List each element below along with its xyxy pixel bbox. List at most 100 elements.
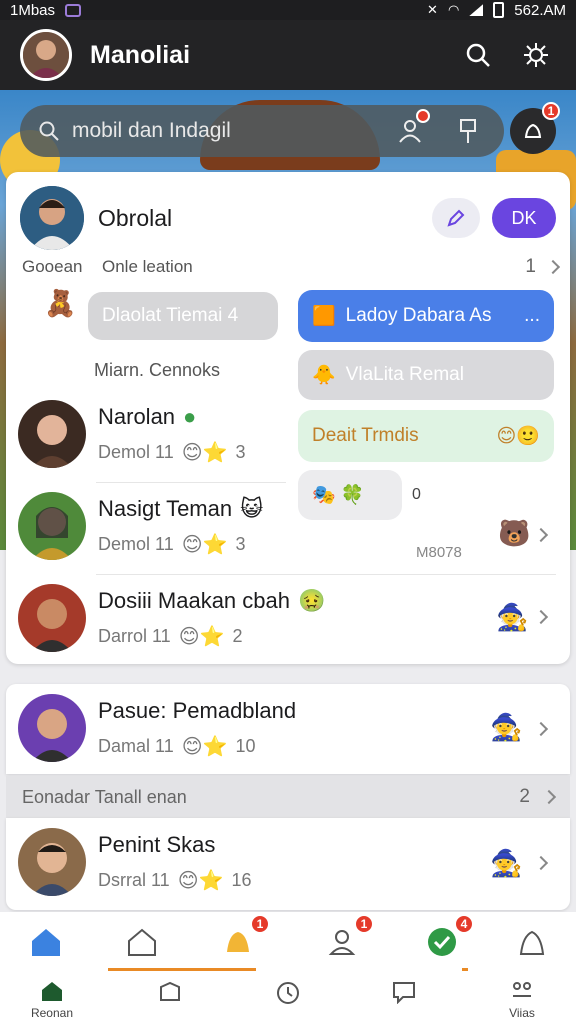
tab-tasks[interactable]: 4 bbox=[422, 914, 474, 962]
search-input[interactable]: mobil dan Indagil bbox=[72, 119, 370, 143]
tab-home[interactable] bbox=[26, 922, 66, 962]
user-icon bbox=[519, 930, 545, 955]
contacts-icon bbox=[328, 930, 356, 955]
sticker-icon: 🧙 bbox=[496, 602, 529, 632]
flag-button[interactable] bbox=[450, 113, 486, 149]
chat-name: Pasue: Pemadbland bbox=[98, 697, 297, 723]
avatar-image bbox=[23, 32, 69, 78]
message-bubble[interactable]: Deait Trmdis 😊🙂 bbox=[298, 410, 554, 462]
app-bar: Manoliai bbox=[0, 20, 576, 90]
chat-icon bbox=[393, 982, 415, 1004]
tab-bar bbox=[0, 912, 576, 1024]
message-text: VlaLita Remal bbox=[345, 364, 464, 385]
chat-item[interactable]: Dosiii Maakan cbah 🤢 Darrol 11 😊⭐ 2 bbox=[18, 584, 325, 652]
profile-avatar[interactable] bbox=[20, 29, 72, 81]
divider bbox=[96, 574, 556, 575]
chat-avatar bbox=[18, 400, 86, 468]
reaction-count: 16 bbox=[231, 869, 252, 890]
notification-button[interactable]: 1 bbox=[510, 102, 560, 154]
card-title: Obrolal bbox=[98, 204, 173, 231]
group-avatar[interactable] bbox=[20, 186, 84, 250]
more-icon[interactable]: ... bbox=[524, 305, 540, 327]
bottom-tab-history[interactable] bbox=[258, 980, 318, 1006]
tab-indicator bbox=[462, 968, 468, 971]
sticker-icon: 🐻 bbox=[498, 518, 531, 548]
gear-icon bbox=[524, 43, 548, 67]
message-text: Miarn. Cennoks bbox=[94, 360, 221, 380]
bottom-tab-more[interactable]: Viias bbox=[492, 980, 552, 1020]
check-circle-icon bbox=[428, 928, 456, 956]
bell-icon bbox=[524, 123, 542, 138]
section-header[interactable]: Gooean Onle leation 1 bbox=[22, 254, 561, 280]
section-count: 2 bbox=[519, 786, 530, 807]
bell-icon bbox=[227, 932, 249, 952]
tab-alerts[interactable]: 1 bbox=[218, 914, 270, 962]
timestamp: M8078 bbox=[416, 544, 462, 561]
chat-avatar bbox=[18, 828, 86, 896]
tab-badge: 4 bbox=[454, 914, 474, 934]
reaction-count: 2 bbox=[232, 625, 243, 646]
chat-item[interactable]: Pasue: Pemadbland Damal 11 😊⭐ 10 🧙 bbox=[6, 684, 570, 774]
chevron-right-icon bbox=[533, 721, 549, 737]
section-header[interactable]: Eonadar Tanall enan 2 bbox=[6, 776, 570, 818]
reply-count: 0 bbox=[412, 486, 421, 503]
battery-icon bbox=[493, 2, 505, 18]
avatar-image bbox=[18, 492, 86, 560]
tab-house[interactable] bbox=[122, 922, 162, 962]
clock-icon bbox=[277, 982, 299, 1004]
ok-button[interactable]: DK bbox=[492, 198, 556, 238]
reaction-icon: 😊⭐ bbox=[177, 869, 224, 892]
avatar-image bbox=[18, 400, 86, 468]
divider bbox=[96, 482, 286, 483]
tab-badge: 1 bbox=[354, 914, 374, 934]
tab-contacts[interactable]: 1 bbox=[322, 914, 374, 962]
chevron-right-icon bbox=[533, 527, 549, 543]
message-text: Deait Trmdis bbox=[312, 425, 419, 446]
chat-item[interactable]: Narolan ● Demol 11 😊⭐ 3 bbox=[18, 400, 245, 468]
pencil-icon bbox=[447, 209, 465, 227]
chat-name: Nasigt Teman bbox=[98, 495, 233, 521]
sticker-icon: 🎭 🍀 bbox=[312, 485, 365, 506]
section-left-label: Gooean bbox=[22, 257, 83, 276]
house-outline-icon bbox=[128, 928, 156, 956]
bottom-tab-label: Viias bbox=[509, 1006, 535, 1020]
sticker-bubble[interactable]: 🎭 🍀 bbox=[298, 470, 402, 520]
app-title: Manoliai bbox=[90, 40, 191, 69]
chat-item[interactable]: Penint Skas Dsrral 11 😊⭐ 16 🧙 bbox=[6, 818, 570, 910]
edit-button[interactable] bbox=[432, 198, 480, 238]
sticker-icon: 🐥 bbox=[312, 365, 336, 386]
search-button[interactable] bbox=[458, 35, 498, 75]
contacts-filter-button[interactable] bbox=[392, 109, 430, 149]
search-bar[interactable]: mobil dan Indagil bbox=[20, 105, 504, 157]
sticker-icon: 🧸 bbox=[44, 288, 77, 318]
bottom-tab-box[interactable] bbox=[140, 980, 200, 1004]
tab-badge: 1 bbox=[250, 914, 270, 934]
box-icon bbox=[160, 981, 180, 1001]
settings-button[interactable] bbox=[516, 35, 556, 75]
message-bubble[interactable]: 🐥 VlaLita Remal bbox=[298, 350, 554, 400]
search-icon bbox=[466, 43, 490, 67]
bottom-tab-chat[interactable] bbox=[374, 980, 434, 1004]
chat-emoji-icon: 🤢 bbox=[297, 587, 326, 613]
reaction-icon: 😊⭐ bbox=[181, 533, 228, 556]
bottom-tab-home[interactable]: Reonan bbox=[22, 980, 82, 1020]
status-left-text: 1Mbas bbox=[10, 1, 56, 19]
chat-meta: Damal 11 bbox=[98, 735, 174, 756]
search-icon bbox=[39, 121, 59, 141]
chat-avatar bbox=[18, 492, 86, 560]
tab-profile[interactable] bbox=[512, 922, 552, 962]
chat-name: Penint Skas bbox=[98, 831, 216, 857]
wifi-icon: ◠ bbox=[447, 2, 460, 17]
reaction-icon: 😊⭐ bbox=[181, 441, 228, 464]
mute-icon: ✕ bbox=[427, 2, 438, 17]
message-bubble-highlight[interactable]: 🟧 Ladoy Dabara As ... bbox=[298, 290, 554, 342]
chat-item[interactable]: Nasigt Teman 😺 Demol 11 😊⭐ 3 bbox=[18, 492, 263, 560]
emoji-icon: 😊🙂 bbox=[496, 426, 540, 447]
home-filled-icon bbox=[42, 982, 62, 1001]
clock-text: 562.AM bbox=[514, 1, 566, 19]
reaction-icon: 😊⭐ bbox=[181, 735, 228, 758]
chat-card: Obrolal DK Gooean Onle leation 1 🧸 Dlaol… bbox=[6, 172, 570, 664]
section-label: Onle leation bbox=[102, 257, 193, 276]
chevron-right-icon bbox=[545, 259, 561, 275]
message-bubble[interactable]: Dlaolat Tiemai 4 bbox=[88, 292, 278, 340]
